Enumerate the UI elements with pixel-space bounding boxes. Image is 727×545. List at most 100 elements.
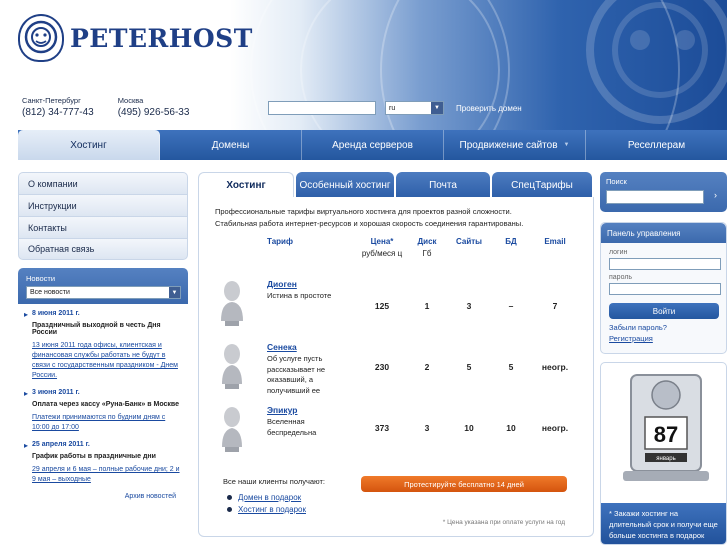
login-button[interactable]: Войти	[609, 303, 719, 319]
search-input[interactable]	[606, 190, 704, 204]
news-headline: Праздничный выходной в честь Дня России	[32, 322, 161, 336]
news-title: Новости	[26, 274, 56, 283]
news-link[interactable]: 13 июня 2011 года офисы, клиентская и фи…	[32, 341, 182, 381]
tab-special-plans[interactable]: СпецТарифы	[492, 172, 592, 198]
arrow-right-icon: ▸	[24, 389, 29, 398]
login-field[interactable]	[609, 258, 721, 270]
chevron-down-icon: ▼	[431, 102, 443, 114]
plan-sites: 5	[466, 362, 472, 372]
nav-servers[interactable]: Аренда серверов	[302, 130, 444, 160]
left-menu-item-about[interactable]: О компании	[18, 172, 188, 194]
free-trial-button[interactable]: Протестируйте бесплатно 14 дней	[361, 476, 567, 492]
tab-special-hosting[interactable]: Особенный хостинг	[296, 172, 394, 198]
nav-resellers[interactable]: Реселлерам	[586, 130, 727, 160]
check-domain-button[interactable]: Проверить домен	[456, 104, 522, 113]
col-price: Цена*	[370, 237, 394, 246]
list-item: Домен в подарок	[227, 493, 306, 502]
search-box: Поиск ›	[600, 172, 727, 212]
col-disk-unit: Гб	[422, 249, 432, 258]
arrow-right-icon[interactable]: ›	[714, 190, 717, 200]
hosting-content: Профессиональные тарифы виртуального хос…	[198, 197, 594, 537]
plan-name-link[interactable]: Диоген	[267, 279, 297, 289]
site-header: PETERHOST Санкт-Петербург (812) 34-777-4…	[0, 0, 727, 130]
domain-check-form: ru ▼ Проверить домен	[268, 101, 522, 115]
plan-disk: 3	[424, 423, 430, 433]
plan-disk: 2	[424, 362, 430, 372]
news-list: ▸ 8 июня 2011 г. Праздничный выходной в …	[18, 304, 188, 500]
news-date: 8 июня 2011 г.	[32, 310, 80, 317]
plan-row: Эпикур Вселенная беспредельна 373 3 10 1…	[199, 403, 595, 465]
news-link[interactable]: Платежи принимаются по будним дням с 10:…	[32, 413, 182, 433]
promo-banner[interactable]: 87 январь * Закажи хостинг на длительный…	[600, 362, 727, 545]
left-menu-item-contacts[interactable]: Контакты	[18, 216, 188, 238]
contact-city: Москва	[117, 96, 144, 105]
plan-name-link[interactable]: Эпикур	[267, 405, 297, 415]
plan-email: 7	[552, 301, 558, 311]
plan-price: 230	[374, 362, 390, 372]
password-label: пароль	[609, 273, 633, 281]
contact-phone: (812) 34-777-43	[22, 107, 94, 118]
calendar-icon: 87 январь	[623, 374, 709, 481]
intro-text: Профессиональные тарифы виртуального хос…	[215, 206, 575, 230]
news-item: ▸ 25 апреля 2011 г. График работы в праз…	[24, 441, 182, 485]
control-panel-title: Панель управления	[601, 223, 726, 243]
register-link[interactable]: Регистрация	[609, 334, 726, 343]
news-link[interactable]: 29 апреля и 6 мая – полные рабочие дни; …	[32, 465, 182, 485]
news-date: 3 июня 2011 г.	[32, 389, 80, 396]
arrow-right-icon: ▸	[24, 441, 29, 450]
contact-spb: Санкт-Петербург (812) 34-777-43	[22, 96, 94, 118]
news-item: ▸ 8 июня 2011 г. Праздничный выходной в …	[24, 310, 182, 381]
bullet-icon	[227, 507, 232, 512]
gift-hosting-link[interactable]: Хостинг в подарок	[238, 505, 306, 514]
plan-name-link[interactable]: Сенека	[267, 342, 297, 352]
plan-description: Истина в простоте	[267, 291, 332, 300]
plan-disk: 1	[424, 301, 430, 311]
nav-promotion[interactable]: Продвижение сайтов ▼	[444, 130, 586, 160]
plan-price: 125	[374, 301, 390, 311]
news-filter-select[interactable]: Все новости ▼	[26, 286, 181, 299]
col-sites: Сайты	[456, 237, 482, 246]
bust-icon	[221, 281, 243, 326]
nav-label: Реселлерам	[627, 139, 686, 151]
col-plan: Тариф	[267, 237, 293, 246]
news-archive-link[interactable]: Архив новостей	[24, 493, 182, 500]
left-menu-item-feedback[interactable]: Обратная связь	[18, 238, 188, 260]
left-menu: О компании Инструкции Контакты Обратная …	[18, 172, 188, 260]
main-nav: Хостинг Домены Аренда серверов Продвижен…	[18, 130, 727, 160]
col-email: Email	[544, 237, 566, 246]
plan-price: 373	[374, 423, 390, 433]
chevron-down-icon: ▼	[563, 142, 570, 148]
contact-msk: Москва (495) 926-56-33	[118, 96, 190, 118]
price-footnote: * Цена указана при оплате услуги на год	[442, 519, 565, 526]
password-field[interactable]	[609, 282, 721, 295]
lion-emblem-icon	[18, 14, 64, 62]
plan-description: Вселенная беспредельна	[267, 417, 317, 437]
header-lion-decoration	[586, 0, 727, 124]
domain-input[interactable]	[268, 101, 376, 115]
site-logo[interactable]: PETERHOST	[18, 14, 253, 62]
gift-domain-link[interactable]: Домен в подарок	[238, 493, 301, 502]
col-price-unit: руб/меся ц	[361, 249, 403, 258]
plan-email: неогр.	[541, 362, 569, 372]
forgot-password-link[interactable]: Забыли пароль?	[609, 323, 726, 332]
plans-table-header: Тариф Цена* руб/меся ц Диск Гб Сайты БД …	[199, 237, 595, 277]
tab-mail[interactable]: Почта	[396, 172, 490, 198]
plan-db: –	[508, 301, 514, 311]
calendar-number: 87	[654, 422, 678, 447]
nav-hosting[interactable]: Хостинг	[18, 130, 160, 160]
nav-domains[interactable]: Домены	[160, 130, 302, 160]
left-menu-item-instructions[interactable]: Инструкции	[18, 194, 188, 216]
domain-zone-select[interactable]: ru ▼	[385, 101, 444, 115]
plan-row: Сенека Об услуге пусть рассказывает не о…	[199, 340, 595, 402]
nav-label: Аренда серверов	[332, 139, 413, 151]
col-disk: Диск	[417, 237, 437, 246]
gifts-list: Домен в подарок Хостинг в подарок	[227, 493, 306, 517]
bust-icon	[222, 407, 242, 452]
tab-hosting[interactable]: Хостинг	[198, 172, 294, 198]
plan-sites: 3	[466, 301, 472, 311]
bust-icon	[222, 344, 242, 389]
plan-description: Об услуге пусть рассказывает не оказавши…	[267, 354, 326, 395]
nav-label: Продвижение сайтов	[459, 139, 558, 151]
list-item: Хостинг в подарок	[227, 505, 306, 514]
news-header: Новости Все новости ▼	[18, 268, 188, 304]
